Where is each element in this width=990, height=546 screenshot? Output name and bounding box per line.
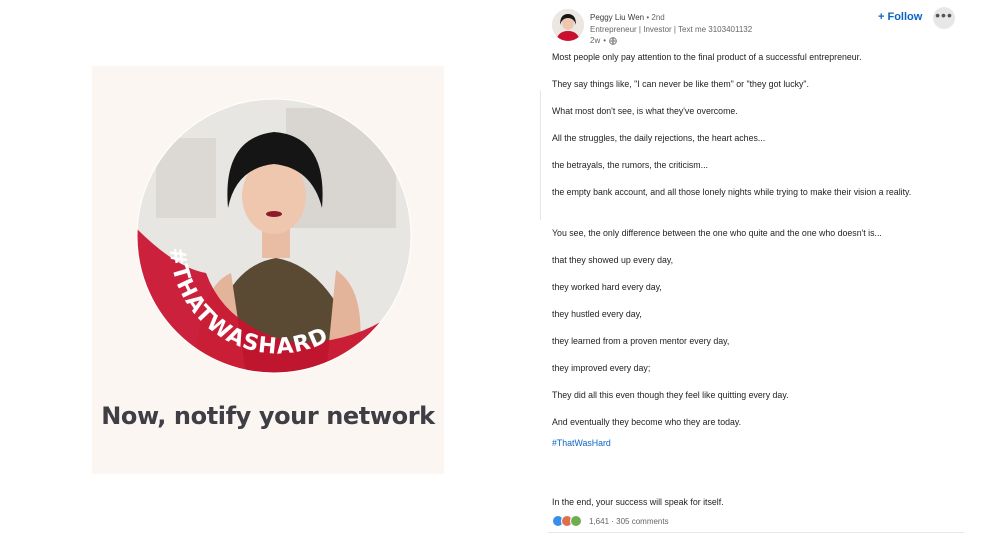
globe-icon (609, 36, 617, 45)
linkedin-post: Peggy Liu Wen • 2nd Entrepreneur | Inves… (548, 0, 968, 546)
post-text-line: the betrayals, the rumors, the criticism… (552, 160, 708, 170)
post-time: 2w (590, 36, 601, 45)
reaction-counts[interactable]: 1,641 · 305 comments (589, 517, 669, 526)
post-text-line: And eventually they become who they are … (552, 417, 742, 427)
connection-degree: 2nd (651, 13, 665, 22)
follow-button[interactable]: + Follow (878, 11, 922, 23)
post-text-line: All the struggles, the daily rejections,… (552, 133, 766, 143)
post-text-line: they improved every day; (552, 363, 651, 373)
post-text-line: the empty bank account, and all those lo… (552, 187, 912, 197)
post-text-line: What most don't see, is what they've ove… (552, 106, 738, 116)
more-icon: ••• (935, 7, 953, 23)
post-text-line: they worked hard every day, (552, 282, 662, 292)
reactions-bar[interactable]: 1,641 · 305 comments (552, 515, 669, 527)
post-text-line: They did all this even though they feel … (552, 390, 789, 400)
post-text-line: they learned from a proven mentor every … (552, 336, 730, 346)
support-reaction-icon (570, 515, 582, 527)
author-name[interactable]: Peggy Liu Wen (590, 13, 644, 22)
hashtag-link[interactable]: #ThatWasHard (552, 436, 952, 450)
post-text-line: they hustled every day, (552, 309, 642, 319)
post-meta: 2w • (590, 36, 617, 45)
post-text-line: Most people only pay attention to the fi… (552, 52, 862, 62)
card-caption: Now, notify your network (101, 402, 435, 430)
post-text-line: that they showed up every day, (552, 255, 674, 265)
post-text-line: They say things like, "I can never be li… (552, 79, 809, 89)
more-options-button[interactable]: ••• (933, 7, 955, 29)
profile-photo: #THATWASHARD (136, 98, 412, 374)
profile-frame-card: #THATWASHARD Now, notify your network (92, 66, 444, 474)
author-headline: Entrepreneur | Investor | Text me 310340… (590, 25, 753, 34)
post-text-line: In the end, your success will speak for … (552, 497, 724, 507)
profile-photo-frame: #THATWASHARD (136, 98, 412, 374)
author-line: Peggy Liu Wen • 2nd (590, 13, 665, 22)
post-divider (540, 90, 541, 220)
author-avatar[interactable] (552, 9, 584, 41)
post-text-line: You see, the only difference between the… (552, 228, 882, 238)
avatar-image (552, 9, 584, 41)
post-footer-divider (548, 532, 964, 533)
